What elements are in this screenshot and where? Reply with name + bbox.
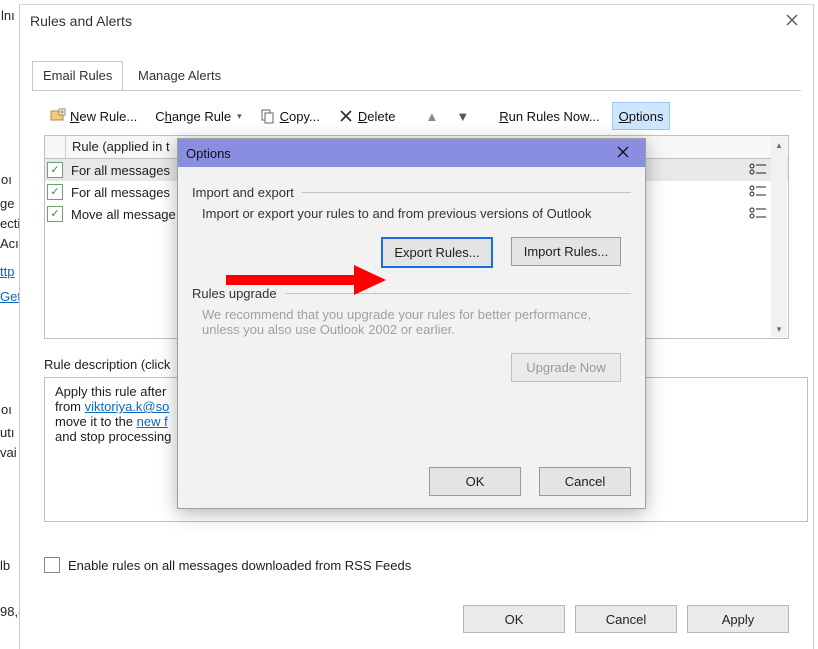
move-up-button[interactable]: ▲: [419, 103, 444, 129]
copy-icon: [260, 108, 276, 124]
bg-fragment: lnı: [1, 8, 15, 23]
dropdown-icon: ▾: [237, 111, 242, 122]
desc-line: move it to the: [55, 414, 137, 429]
tab-bar: Email Rules Manage Alerts: [32, 60, 801, 91]
bg-fragment: oı: [1, 402, 12, 417]
delete-icon: [338, 108, 354, 124]
delete-button[interactable]: Delete: [332, 103, 402, 129]
up-icon: ▲: [425, 109, 438, 124]
desc-line: from: [55, 399, 85, 414]
ok-button[interactable]: OK: [463, 605, 565, 633]
bg-fragment: ecti: [0, 216, 20, 231]
options-button[interactable]: Options: [612, 102, 671, 130]
cancel-button[interactable]: Cancel: [575, 605, 677, 633]
divider: [302, 192, 631, 193]
close-icon: [617, 146, 629, 158]
options-ok-button[interactable]: OK: [429, 467, 521, 496]
run-rules-now-button[interactable]: Run Rules Now...: [493, 103, 605, 129]
bg-fragment: oı: [1, 172, 12, 187]
tab-manage-alerts[interactable]: Manage Alerts: [127, 61, 232, 90]
dialog-title: Rules and Alerts: [20, 5, 813, 33]
rss-label: Enable rules on all messages downloaded …: [68, 558, 411, 573]
rule-checkbox[interactable]: ✓: [47, 184, 63, 200]
rule-name: For all messages: [65, 163, 176, 178]
desc-link-folder[interactable]: new f: [137, 414, 168, 429]
options-close-button[interactable]: [609, 142, 637, 164]
change-rule-button[interactable]: Change Rule▾: [149, 103, 247, 129]
options-title-label: Options: [186, 146, 231, 161]
bg-fragment: ge: [0, 196, 14, 211]
rule-checkbox[interactable]: ✓: [47, 206, 63, 222]
new-rule-icon: [50, 108, 66, 124]
bg-fragment: lb: [0, 558, 10, 573]
bg-fragment: vai: [0, 445, 17, 460]
import-export-text: Import or export your rules to and from …: [178, 202, 645, 221]
bg-fragment-link[interactable]: Get: [0, 289, 21, 304]
rule-checkbox[interactable]: ✓: [47, 162, 63, 178]
check-icon: ✓: [50, 187, 59, 198]
check-icon: ✓: [50, 209, 59, 220]
close-icon: [786, 14, 798, 26]
rss-checkbox[interactable]: [44, 557, 60, 573]
desc-link-sender[interactable]: viktoriya.k@so: [85, 399, 170, 414]
annotation-arrow-icon: [226, 265, 386, 295]
bg-fragment: utı: [0, 425, 14, 440]
wrench-icon: [746, 180, 770, 202]
bg-fragment-link[interactable]: ttp: [0, 264, 14, 279]
rule-name: Move all message: [65, 207, 182, 222]
options-cancel-button[interactable]: Cancel: [539, 467, 631, 496]
apply-button[interactable]: Apply: [687, 605, 789, 633]
import-export-group-label: Import and export: [192, 185, 294, 200]
upgrade-now-button: Upgrade Now: [511, 353, 621, 382]
down-icon: ▼: [456, 109, 469, 124]
rules-upgrade-text: We recommend that you upgrade your rules…: [178, 303, 645, 337]
check-icon: ✓: [50, 165, 59, 176]
options-dialog: Options Import and export Import or expo…: [177, 138, 646, 509]
scrollbar[interactable]: ▴ ▾: [771, 137, 787, 337]
wrench-icon: [746, 202, 770, 224]
rule-description-caption: Rule description (click: [44, 357, 170, 372]
scroll-up-icon[interactable]: ▴: [771, 137, 787, 153]
toolbar: NNew Rule...ew Rule... Change Rule▾ Copy…: [44, 101, 789, 131]
export-rules-button[interactable]: Export Rules...: [381, 237, 493, 268]
move-down-button[interactable]: ▼: [450, 103, 475, 129]
tab-email-rules[interactable]: Email Rules: [32, 61, 123, 90]
scroll-down-icon[interactable]: ▾: [771, 321, 787, 337]
new-rule-button[interactable]: NNew Rule...ew Rule...: [44, 103, 143, 129]
dialog-close-button[interactable]: [771, 5, 813, 37]
options-titlebar[interactable]: Options: [178, 139, 645, 167]
rule-name: For all messages: [65, 185, 176, 200]
import-rules-button[interactable]: Import Rules...: [511, 237, 621, 266]
copy-button[interactable]: Copy...: [254, 103, 326, 129]
bg-fragment: Acı: [0, 236, 19, 251]
wrench-icon: [746, 158, 770, 180]
